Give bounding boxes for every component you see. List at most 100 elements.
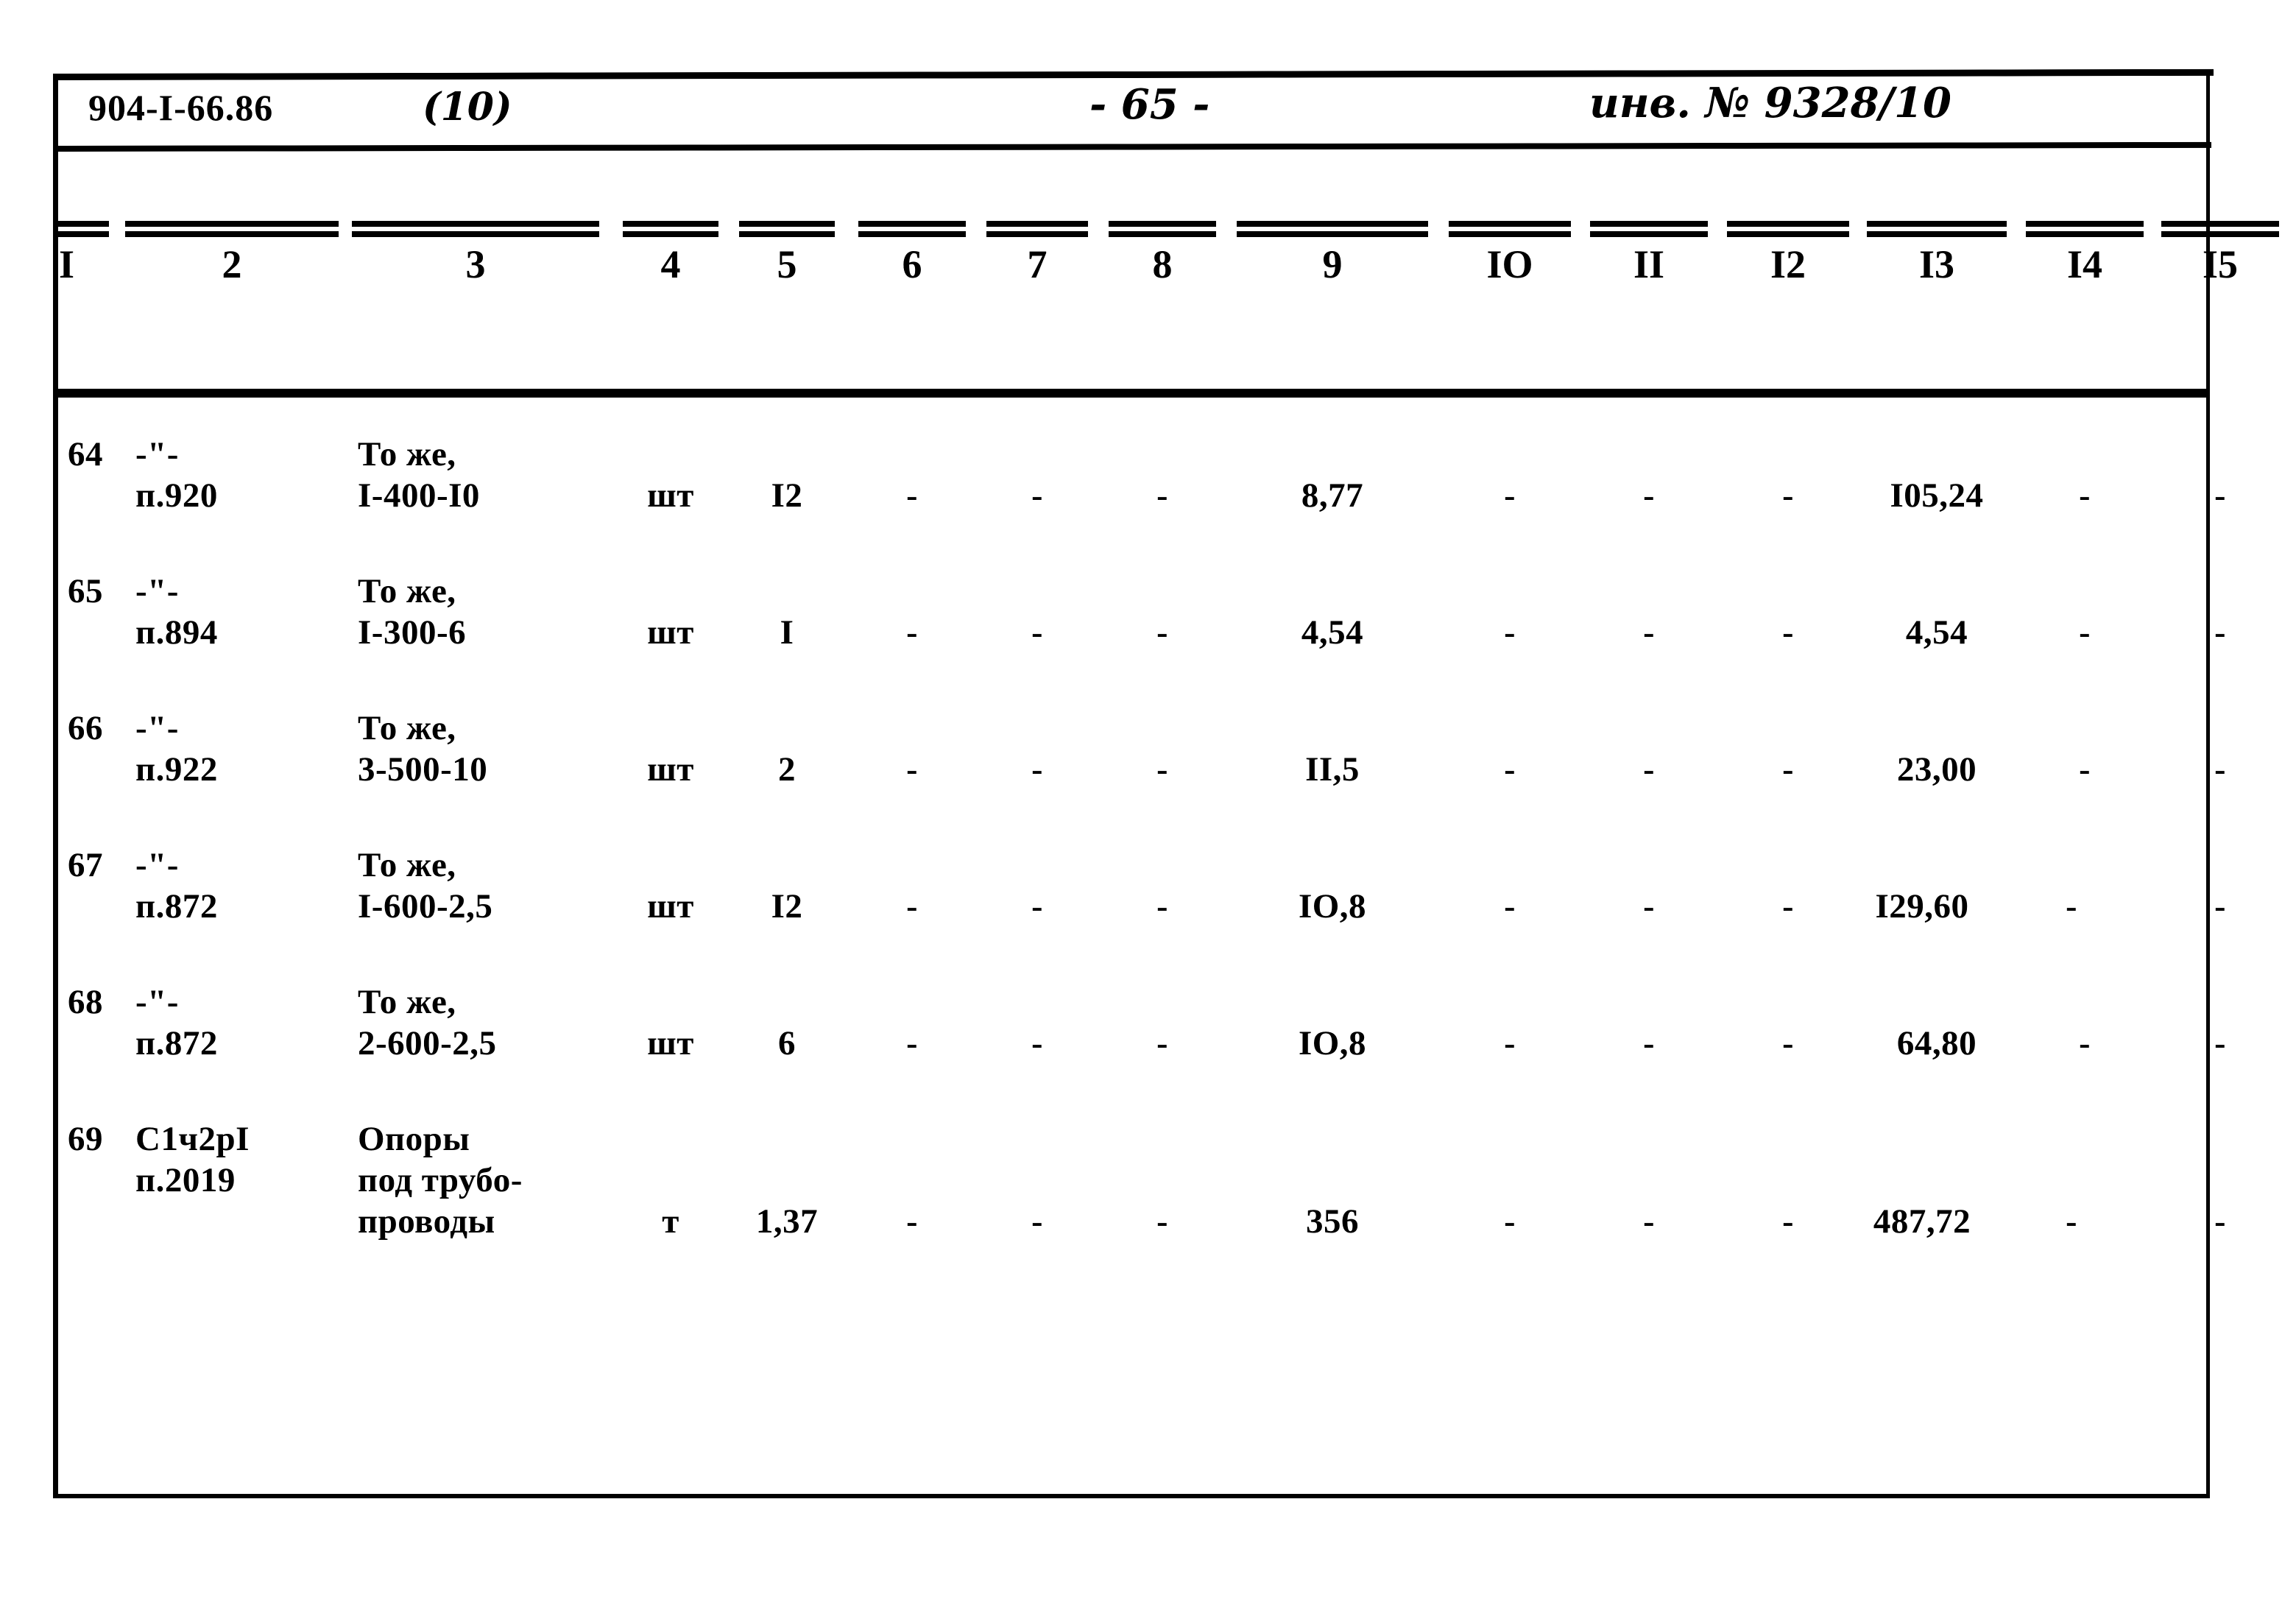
- cell-col11: -: [1643, 1024, 1655, 1062]
- cell-col15: -: [2214, 613, 2226, 651]
- cell-total-cost: 23,00: [1896, 750, 1977, 789]
- cell-quantity: I: [780, 613, 794, 652]
- cell-col10: -: [1504, 476, 1516, 514]
- cell-total-cost: 64,80: [1896, 1024, 1977, 1062]
- column-header-9: 9: [1237, 221, 1428, 389]
- column-header-1: I: [54, 221, 109, 389]
- cell-unit-price: IO,8: [1298, 887, 1367, 925]
- column-number-label: 7: [1027, 242, 1048, 286]
- column-number-label: I: [59, 242, 75, 286]
- cell-unit-price: II,5: [1305, 750, 1360, 789]
- column-number-label: I2: [1770, 242, 1806, 286]
- cell-col7: -: [1031, 613, 1043, 651]
- column-header-4: 4: [623, 221, 718, 389]
- cell-col14: -: [2079, 1024, 2091, 1062]
- scanned-page: 904-I-66.86 (10) - 65 - инв. № 9328/10 I…: [0, 0, 2296, 1608]
- cell-col15: -: [2214, 1202, 2226, 1240]
- copy-marker: (10): [423, 85, 512, 130]
- cell-col7: -: [1031, 750, 1043, 788]
- column-rule-8: [1109, 221, 1216, 237]
- cell-col6: -: [906, 476, 918, 514]
- cell-col12: -: [1782, 613, 1794, 651]
- cell-col7: -: [1031, 1024, 1043, 1062]
- cell-reference-line1: -"-: [135, 572, 179, 610]
- cell-description-line2: I-300-6: [358, 613, 467, 652]
- column-rule-10: [1449, 221, 1571, 237]
- column-rule-6: [858, 221, 966, 237]
- cell-position-number: 67: [68, 846, 103, 884]
- column-header-2: 2: [125, 221, 339, 389]
- cell-total-cost: I05,24: [1890, 476, 1984, 515]
- cell-col6: -: [906, 613, 918, 651]
- table-row: 69 С1ч2рI п.2019 Опоры под трубо- провод…: [54, 1118, 2225, 1294]
- table-row: 68 -"- п.872 То же, 2-600-2,5 шт 6 - - -…: [54, 981, 2225, 1113]
- column-number-label: I4: [2066, 242, 2102, 286]
- column-rule-14: [2026, 221, 2144, 237]
- cell-reference-line2: п.2019: [135, 1161, 236, 1199]
- column-header-12: I2: [1727, 221, 1849, 389]
- cell-col11: -: [1643, 613, 1655, 651]
- cell-col10: -: [1504, 1024, 1516, 1062]
- cell-col11: -: [1643, 476, 1655, 514]
- cell-reference-line1: -"-: [135, 846, 179, 884]
- column-number-label: 5: [777, 242, 797, 286]
- inventory-number: инв. № 9328/10: [1589, 79, 1951, 127]
- table-row: 64 -"- п.920 То же, I-400-I0 шт I2 - - -…: [54, 433, 2225, 565]
- cell-col15: -: [2214, 476, 2226, 514]
- table-row: 65 -"- п.894 То же, I-300-6 шт I - - - 4…: [54, 570, 2225, 702]
- cell-unit-price: 4,54: [1301, 613, 1364, 652]
- column-rule-4: [623, 221, 718, 237]
- cell-description-line2: 2-600-2,5: [358, 1024, 497, 1062]
- cell-reference-line2: п.920: [135, 476, 218, 515]
- table-row: 67 -"- п.872 То же, I-600-2,5 шт I2 - - …: [54, 844, 2225, 976]
- cell-col6: -: [906, 887, 918, 925]
- table-row: 66 -"- п.922 То же, 3-500-10 шт 2 - - - …: [54, 707, 2225, 839]
- cell-position-number: 65: [68, 572, 103, 610]
- column-number-label: IO: [1486, 242, 1533, 286]
- cell-col11: -: [1643, 1202, 1655, 1240]
- cell-col8: -: [1156, 613, 1168, 651]
- cell-quantity: 1,37: [755, 1202, 819, 1241]
- cell-col6: -: [906, 750, 918, 788]
- cell-col6: -: [906, 1024, 918, 1062]
- column-number-label: 3: [465, 242, 486, 286]
- column-header-10: IO: [1449, 221, 1571, 389]
- column-number-label: 6: [902, 242, 922, 286]
- cell-reference-line2: п.872: [135, 887, 218, 925]
- cell-quantity: I2: [771, 887, 803, 925]
- cell-col14: -: [2066, 1202, 2077, 1240]
- column-header-8: 8: [1109, 221, 1216, 389]
- cell-col12: -: [1782, 476, 1794, 514]
- cell-col8: -: [1156, 1024, 1168, 1062]
- cell-quantity: 6: [778, 1024, 796, 1062]
- cell-col14: -: [2079, 750, 2091, 788]
- page-header: 904-I-66.86 (10) - 65 - инв. № 9328/10: [54, 77, 2211, 145]
- column-header-13: I3: [1867, 221, 2007, 389]
- cell-description-line1: То же,: [358, 709, 456, 747]
- cell-description-line1: То же,: [358, 983, 456, 1021]
- column-number-label: I5: [2202, 242, 2238, 286]
- cell-total-cost: I29,60: [1875, 887, 1969, 925]
- cell-description-line1: То же,: [358, 435, 456, 473]
- cell-unit: шт: [647, 476, 694, 515]
- cell-col14: -: [2066, 887, 2077, 925]
- column-rule-12: [1727, 221, 1849, 237]
- column-header-15: I5: [2161, 221, 2279, 389]
- cell-col8: -: [1156, 1202, 1168, 1240]
- document-code: 904-I-66.86: [88, 87, 274, 128]
- column-header-11: II: [1590, 221, 1708, 389]
- cell-col7: -: [1031, 1202, 1043, 1240]
- cell-col10: -: [1504, 1202, 1516, 1240]
- cell-description-line2: 3-500-10: [358, 750, 488, 789]
- cell-description-line2: под трубо-: [358, 1161, 523, 1199]
- column-rule-11: [1590, 221, 1708, 237]
- cell-col6: -: [906, 1202, 918, 1240]
- column-number-label: 2: [222, 242, 242, 286]
- column-rule-7: [986, 221, 1088, 237]
- column-rule-15: [2161, 221, 2279, 237]
- cell-col8: -: [1156, 476, 1168, 514]
- column-rule-2: [125, 221, 339, 237]
- cell-description-line2: I-400-I0: [358, 476, 480, 515]
- cell-unit: шт: [647, 887, 694, 925]
- column-header-3: 3: [352, 221, 599, 389]
